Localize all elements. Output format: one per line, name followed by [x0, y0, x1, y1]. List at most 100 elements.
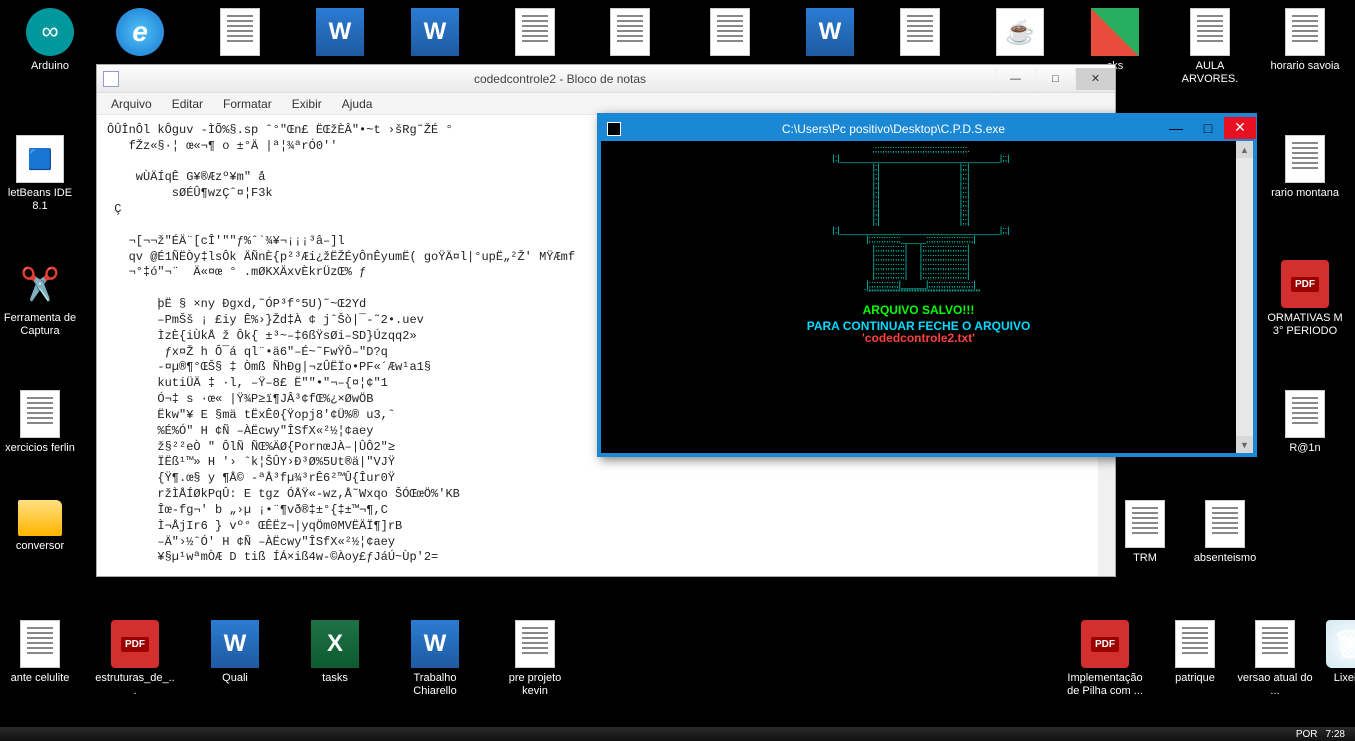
desktop-icon-normativas[interactable]: ORMATIVAS M 3° PERIODO: [1265, 260, 1345, 338]
text-icon: [515, 620, 555, 668]
icon-label: rario montana: [1265, 187, 1345, 200]
console-titlebar[interactable]: C:\Users\Pc positivo\Desktop\C.P.D.S.exe…: [601, 117, 1253, 141]
icon-label: Arduino: [10, 60, 90, 73]
menu-formatar[interactable]: Formatar: [213, 97, 282, 111]
desktop-icon-montana[interactable]: rario montana: [1265, 135, 1345, 200]
console-msg-saved: ARQUIVO SALVO!!!: [609, 304, 1228, 316]
icon-label: Lixeira: [1310, 672, 1355, 685]
maximize-button[interactable]: □: [1035, 68, 1075, 90]
desktop-icon-absent[interactable]: absenteismo: [1185, 500, 1265, 565]
icon-label: letBeans IDE 8.1: [0, 187, 80, 213]
tray-time[interactable]: 7:28: [1326, 729, 1345, 740]
desktop-icon-celulite[interactable]: ante celulite: [0, 620, 80, 685]
desktop-icon-t1[interactable]: [200, 8, 280, 60]
text-icon: [1175, 620, 1215, 668]
desktop-icon-trabalho[interactable]: Trabalho Chiarello: [395, 620, 475, 698]
desktop-icon-t3[interactable]: [590, 8, 670, 60]
pdf-icon: [1281, 260, 1329, 308]
text-icon: [610, 8, 650, 56]
system-tray[interactable]: POR 7:28: [1296, 729, 1355, 740]
text-icon: [1190, 8, 1230, 56]
icon-label: AULA ARVORES.: [1170, 60, 1250, 86]
close-button[interactable]: ✕: [1075, 68, 1115, 90]
desktop-icon-arduino[interactable]: Arduino: [10, 8, 90, 73]
icon-label: Quali: [195, 672, 275, 685]
desktop-icon-estruturas[interactable]: estruturas_de_...: [95, 620, 175, 698]
menu-exibir[interactable]: Exibir: [282, 97, 332, 111]
word-icon: [806, 8, 854, 56]
icon-label: pre projeto kevin: [495, 672, 575, 698]
desktop-icon-w3[interactable]: [790, 8, 870, 60]
desktop-icon-w2[interactable]: [395, 8, 475, 60]
desktop-icon-pilha[interactable]: Implementação de Pilha com ...: [1065, 620, 1145, 698]
tray-lang[interactable]: POR: [1296, 729, 1318, 740]
pdf-icon: [1081, 620, 1129, 668]
desktop-icon-quali[interactable]: Quali: [195, 620, 275, 685]
text-icon: [1285, 8, 1325, 56]
icon-label: TRM: [1105, 552, 1185, 565]
pdf-icon: [111, 620, 159, 668]
menu-editar[interactable]: Editar: [162, 97, 213, 111]
icon-label: R@1n: [1265, 442, 1345, 455]
desktop-icon-lixeira[interactable]: Lixeira: [1310, 620, 1355, 685]
notepad-title: codedcontrole2 - Bloco de notas: [125, 72, 995, 86]
desktop-icon-trm[interactable]: TRM: [1105, 500, 1185, 565]
text-icon: [20, 390, 60, 438]
desktop-icon-arvores[interactable]: AULA ARVORES.: [1170, 8, 1250, 86]
bin-icon: [1326, 620, 1355, 668]
taskbar[interactable]: POR 7:28: [0, 727, 1355, 741]
console-window: C:\Users\Pc positivo\Desktop\C.P.D.S.exe…: [597, 113, 1257, 457]
icon-label: Ferramenta de Captura: [0, 312, 80, 338]
text-icon: [1285, 135, 1325, 183]
text-icon: [220, 8, 260, 56]
desktop-icon-tasks[interactable]: tasks: [295, 620, 375, 685]
desktop-icon-netbeans[interactable]: letBeans IDE 8.1: [0, 135, 80, 213]
scroll-down-icon[interactable]: ▼: [1236, 436, 1253, 453]
word-icon: [411, 8, 459, 56]
snip-icon: [16, 260, 64, 308]
desktop-icon-t5[interactable]: [880, 8, 960, 60]
menu-arquivo[interactable]: Arquivo: [101, 97, 162, 111]
notepad-titlebar[interactable]: codedcontrole2 - Bloco de notas — □ ✕: [97, 65, 1115, 93]
desktop-icon-java[interactable]: [980, 8, 1060, 60]
notepad-menubar: Arquivo Editar Formatar Exibir Ajuda: [97, 93, 1115, 115]
desktop-icon-t2[interactable]: [495, 8, 575, 60]
minimize-button[interactable]: —: [995, 68, 1035, 90]
text-icon: [1205, 500, 1245, 548]
icon-label: tasks: [295, 672, 375, 685]
desktop-icon-w1[interactable]: [300, 8, 380, 60]
desktop-icon-conversor[interactable]: conversor: [0, 500, 80, 553]
console-minimize-button[interactable]: —: [1160, 117, 1192, 139]
console-scrollbar[interactable]: ▲ ▼: [1236, 141, 1253, 453]
icon-label: ante celulite: [0, 672, 80, 685]
desktop-icon-ie[interactable]: [100, 8, 180, 60]
icon-label: estruturas_de_...: [95, 672, 175, 698]
text-icon: [515, 8, 555, 56]
text-icon: [900, 8, 940, 56]
console-output: ,;;;;;;;;;;;;;;;;;;;;;;;;;;;;;;;;;;;;;. …: [601, 141, 1236, 453]
java-icon: [996, 8, 1044, 56]
icon-label: horario savoia: [1265, 60, 1345, 73]
desktop-icon-versao[interactable]: versao atual do ...: [1235, 620, 1315, 698]
desktop-icon-patrique[interactable]: patrique: [1155, 620, 1235, 685]
desktop-icon-r1n[interactable]: R@1n: [1265, 390, 1345, 455]
desktop-icon-kevin[interactable]: pre projeto kevin: [495, 620, 575, 698]
desktop-icon-savoia[interactable]: horario savoia: [1265, 8, 1345, 73]
menu-ajuda[interactable]: Ajuda: [332, 97, 383, 111]
win-icon: [1091, 8, 1139, 56]
word-icon: [411, 620, 459, 668]
console-title-text: C:\Users\Pc positivo\Desktop\C.P.D.S.exe: [627, 122, 1160, 136]
icon-label: Implementação de Pilha com ...: [1065, 672, 1145, 698]
desktop-icon-t4[interactable]: [690, 8, 770, 60]
text-icon: [1125, 500, 1165, 548]
icon-label: conversor: [0, 540, 80, 553]
desktop-icon-snip[interactable]: Ferramenta de Captura: [0, 260, 80, 338]
notepad-icon: [103, 71, 119, 87]
text-icon: [1255, 620, 1295, 668]
desktop-icon-ferlin[interactable]: xercicios ferlin: [0, 390, 80, 455]
console-close-button[interactable]: ✕: [1224, 117, 1256, 139]
text-icon: [20, 620, 60, 668]
folder-icon: [18, 500, 62, 536]
scroll-up-icon[interactable]: ▲: [1236, 141, 1253, 158]
console-maximize-button[interactable]: □: [1192, 117, 1224, 139]
